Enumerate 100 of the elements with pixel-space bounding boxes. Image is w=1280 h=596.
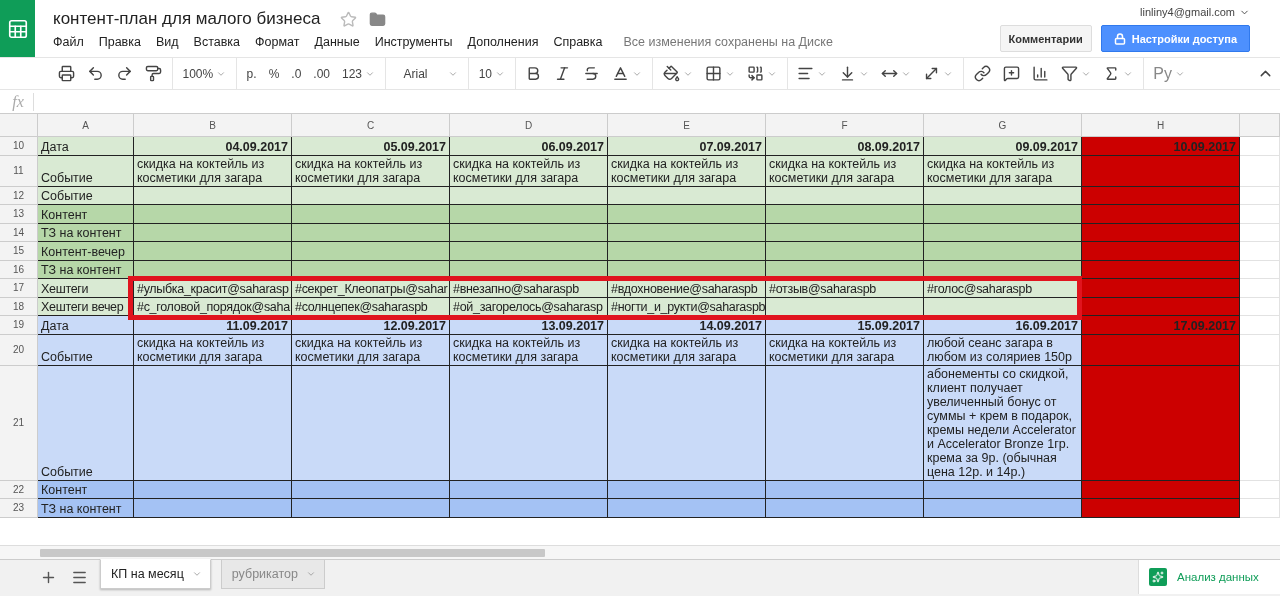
menu-item[interactable]: Инструменты [374,35,461,49]
merge-cells-icon [746,65,764,82]
sheet-grid-icon [6,17,29,40]
row-header[interactable]: 10 [0,137,38,156]
table-cell: ТЗ на контент [38,499,134,518]
table-cell: скидка на коктейль из косметики для загара [608,155,766,187]
document-title[interactable]: контент-план для малого бизнеса [53,9,321,29]
explore-icon [1149,568,1167,586]
percent-button[interactable]: % [262,60,286,87]
fill-color-icon [662,65,680,82]
increase-decimals-button[interactable]: .00 [307,60,336,87]
strikethrough-icon [583,65,601,82]
column-header[interactable]: G [924,114,1082,137]
table-cell: Событие [38,334,134,366]
menu-item[interactable]: Вставка [193,35,249,49]
comments-button[interactable]: Комментарии [999,25,1092,52]
menu-item[interactable]: Данные [314,35,368,49]
table-cell [1240,242,1280,261]
caret-icon [191,569,202,579]
chart-icon [1031,65,1049,82]
table-cell: скидка на коктейль из косметики для загара [292,155,450,187]
table-cell: скидка на коктейль из косметики для загара [292,334,450,366]
redo-icon [116,65,133,82]
table-cell: скидка на коктейль из косметики для загара [608,334,766,366]
filter-icon [1060,65,1078,82]
caret-icon [306,569,316,579]
undo-icon [87,65,104,82]
table-cell: 06.09.2017 [450,137,608,156]
table-cell: скидка на коктейль из косметики для загара [766,334,924,366]
menu-item[interactable]: Вид [155,35,187,49]
save-status: Все изменения сохранены на Диске [623,35,833,49]
currency-button[interactable]: р. [240,60,263,87]
table-cell: 05.09.2017 [292,137,450,156]
menu-item[interactable]: Формат [255,35,308,49]
row-header[interactable]: 23 [0,499,38,518]
row-header[interactable]: 11 [0,155,38,187]
number-format-dropdown[interactable]: 123 [336,60,382,87]
row-header[interactable]: 15 [0,242,38,261]
column-header[interactable]: B [134,114,292,137]
table-cell [1240,316,1280,335]
sheets-logo[interactable] [0,0,35,57]
formula-label: fx [3,92,34,111]
table-cell: Событие [38,365,134,481]
table-cell: скидка на коктейль из косметики для загара [924,155,1082,187]
table-cell: Дата [38,137,134,156]
row-header[interactable]: 17 [0,279,38,298]
table-cell [1240,155,1280,187]
menu-item[interactable]: Файл [53,35,92,49]
table-cell: скидка на коктейль из косметики для загара [134,334,292,366]
table-cell: Контент [38,205,134,224]
corner-cell[interactable] [0,114,38,137]
table-cell: 10.09.2017 [1082,137,1240,156]
table-cell: 07.09.2017 [608,137,766,156]
table-cell: 08.09.2017 [766,137,924,156]
table-cell [1240,279,1280,298]
table-cell [1240,334,1280,366]
table-cell: скидка на коктейль из косметики для загара [450,155,608,187]
table-cell: Дата [38,316,134,335]
table-cell: скидка на коктейль из косметики для загара [134,155,292,187]
column-header[interactable]: D [450,114,608,137]
table-cell: скидка на коктейль из косметики для загара [450,334,608,366]
align-left-icon [797,65,815,82]
font-dropdown[interactable]: Arial [389,60,465,87]
row-header[interactable]: 19 [0,316,38,335]
table-cell: Событие [38,155,134,187]
row-header[interactable]: 13 [0,205,38,224]
table-cell: абонементы со скидкой, клиент получает увеличенный бонус от суммы + крем в подарок, кремы недели Accelerator и Accelerator Bronze 1гр. крема за 9р. (обычная цена 12р. и 14р.) [924,365,1082,481]
explore-button[interactable]: Анализ данных [1138,560,1280,594]
table-cell: Хештеги [38,279,134,298]
sheet-tab[interactable]: КП на месяц [100,559,211,589]
column-header[interactable]: E [608,114,766,137]
folder-icon[interactable] [369,10,387,28]
lock-icon [1113,32,1126,45]
row-header[interactable]: 20 [0,334,38,366]
column-header[interactable]: C [292,114,450,137]
table-cell [1240,137,1280,156]
menu-item[interactable]: Правка [98,35,149,49]
star-icon[interactable] [340,10,358,28]
table-cell: 17.09.2017 [1082,316,1240,335]
borders-icon [704,65,722,82]
link-icon [973,65,991,82]
menu-item[interactable]: Справка [553,35,611,49]
font-size-dropdown[interactable]: 10 [472,60,512,87]
scrollbar-thumb[interactable] [40,548,545,557]
table-cell: Контент-вечер [38,242,134,261]
comment-icon [1002,65,1020,82]
decrease-decimals-button[interactable]: .0 [285,60,308,87]
account-menu[interactable]: linliny4@gmail.com [1140,6,1250,18]
column-header[interactable]: F [766,114,924,137]
column-header[interactable]: A [38,114,134,137]
input-tools-dropdown[interactable]: Ру [1147,60,1191,87]
table-cell [1240,205,1280,224]
zoom-dropdown[interactable]: 100% [176,60,233,87]
print-icon [58,65,75,82]
menu-item[interactable]: Дополнения [467,35,547,49]
column-header[interactable]: H [1082,114,1240,137]
row-header[interactable]: 21 [0,365,38,481]
table-cell: 09.09.2017 [924,137,1082,156]
text-color-icon [612,65,630,82]
paint-roller-icon [145,65,162,82]
